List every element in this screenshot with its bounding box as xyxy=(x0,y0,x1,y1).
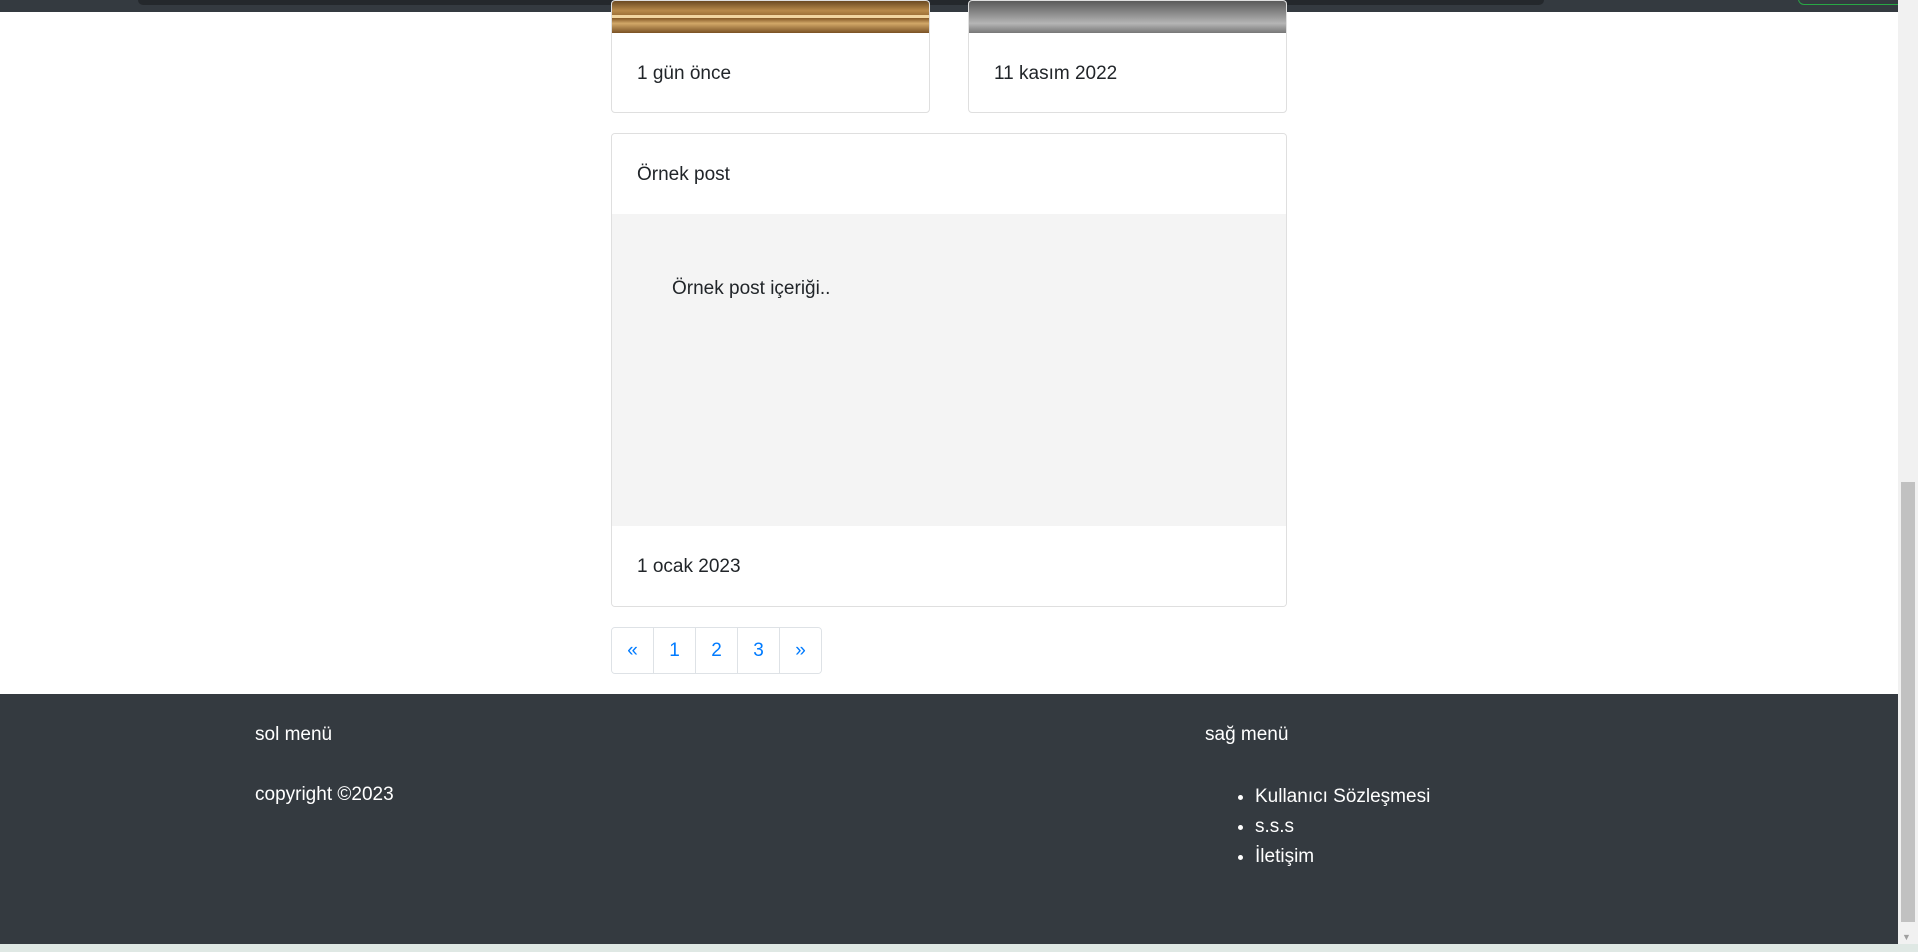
post-body: Örnek post içeriği.. xyxy=(612,214,1286,526)
navbar-button-edge[interactable] xyxy=(1798,0,1906,5)
vertical-scrollbar[interactable]: ▼ xyxy=(1898,0,1918,944)
footer-links: Kullanıcı Sözleşmesi s.s.s İletişim xyxy=(1205,782,1430,872)
post-card[interactable]: 1 gün önce xyxy=(611,0,930,113)
footer-left-heading: sol menü xyxy=(255,724,333,745)
pagination-page-3[interactable]: 3 xyxy=(738,628,780,673)
footer-link-faq[interactable]: s.s.s xyxy=(1255,812,1430,842)
post-content: Örnek post içeriği.. xyxy=(672,278,831,299)
post-card-large[interactable]: Örnek post Örnek post içeriği.. 1 ocak 2… xyxy=(611,133,1287,607)
pagination: « 1 2 3 » xyxy=(611,627,822,674)
pagination-next[interactable]: » xyxy=(780,628,821,673)
window-bottom-edge xyxy=(0,944,1918,952)
browser-viewport: 1 gün önce 11 kasım 2022 Örnek post Örne… xyxy=(0,0,1918,952)
post-card-date: 1 gün önce xyxy=(637,63,732,84)
post-card-image xyxy=(612,1,929,33)
post-date: 1 ocak 2023 xyxy=(637,556,741,577)
scroll-down-icon[interactable]: ▼ xyxy=(1902,932,1911,942)
scrollbar-thumb[interactable] xyxy=(1901,482,1915,922)
pagination-page-2[interactable]: 2 xyxy=(696,628,738,673)
post-card-date: 11 kasım 2022 xyxy=(994,63,1118,84)
post-title: Örnek post xyxy=(637,164,730,185)
post-card-image xyxy=(969,1,1286,33)
post-card[interactable]: 11 kasım 2022 xyxy=(968,0,1287,113)
footer-copyright: copyright ©2023 xyxy=(255,784,394,805)
site-footer: sol menü copyright ©2023 sağ menü Kullan… xyxy=(0,694,1898,944)
footer-link-terms[interactable]: Kullanıcı Sözleşmesi xyxy=(1255,782,1430,812)
page-content: 1 gün önce 11 kasım 2022 Örnek post Örne… xyxy=(0,0,1906,694)
navbar-edge xyxy=(0,0,1906,12)
footer-link-contact[interactable]: İletişim xyxy=(1255,842,1430,872)
post-header: Örnek post xyxy=(612,134,1286,214)
footer-right-heading: sağ menü xyxy=(1205,724,1289,745)
pagination-prev[interactable]: « xyxy=(612,628,654,673)
pagination-page-1[interactable]: 1 xyxy=(654,628,696,673)
post-footer: 1 ocak 2023 xyxy=(612,526,1286,606)
